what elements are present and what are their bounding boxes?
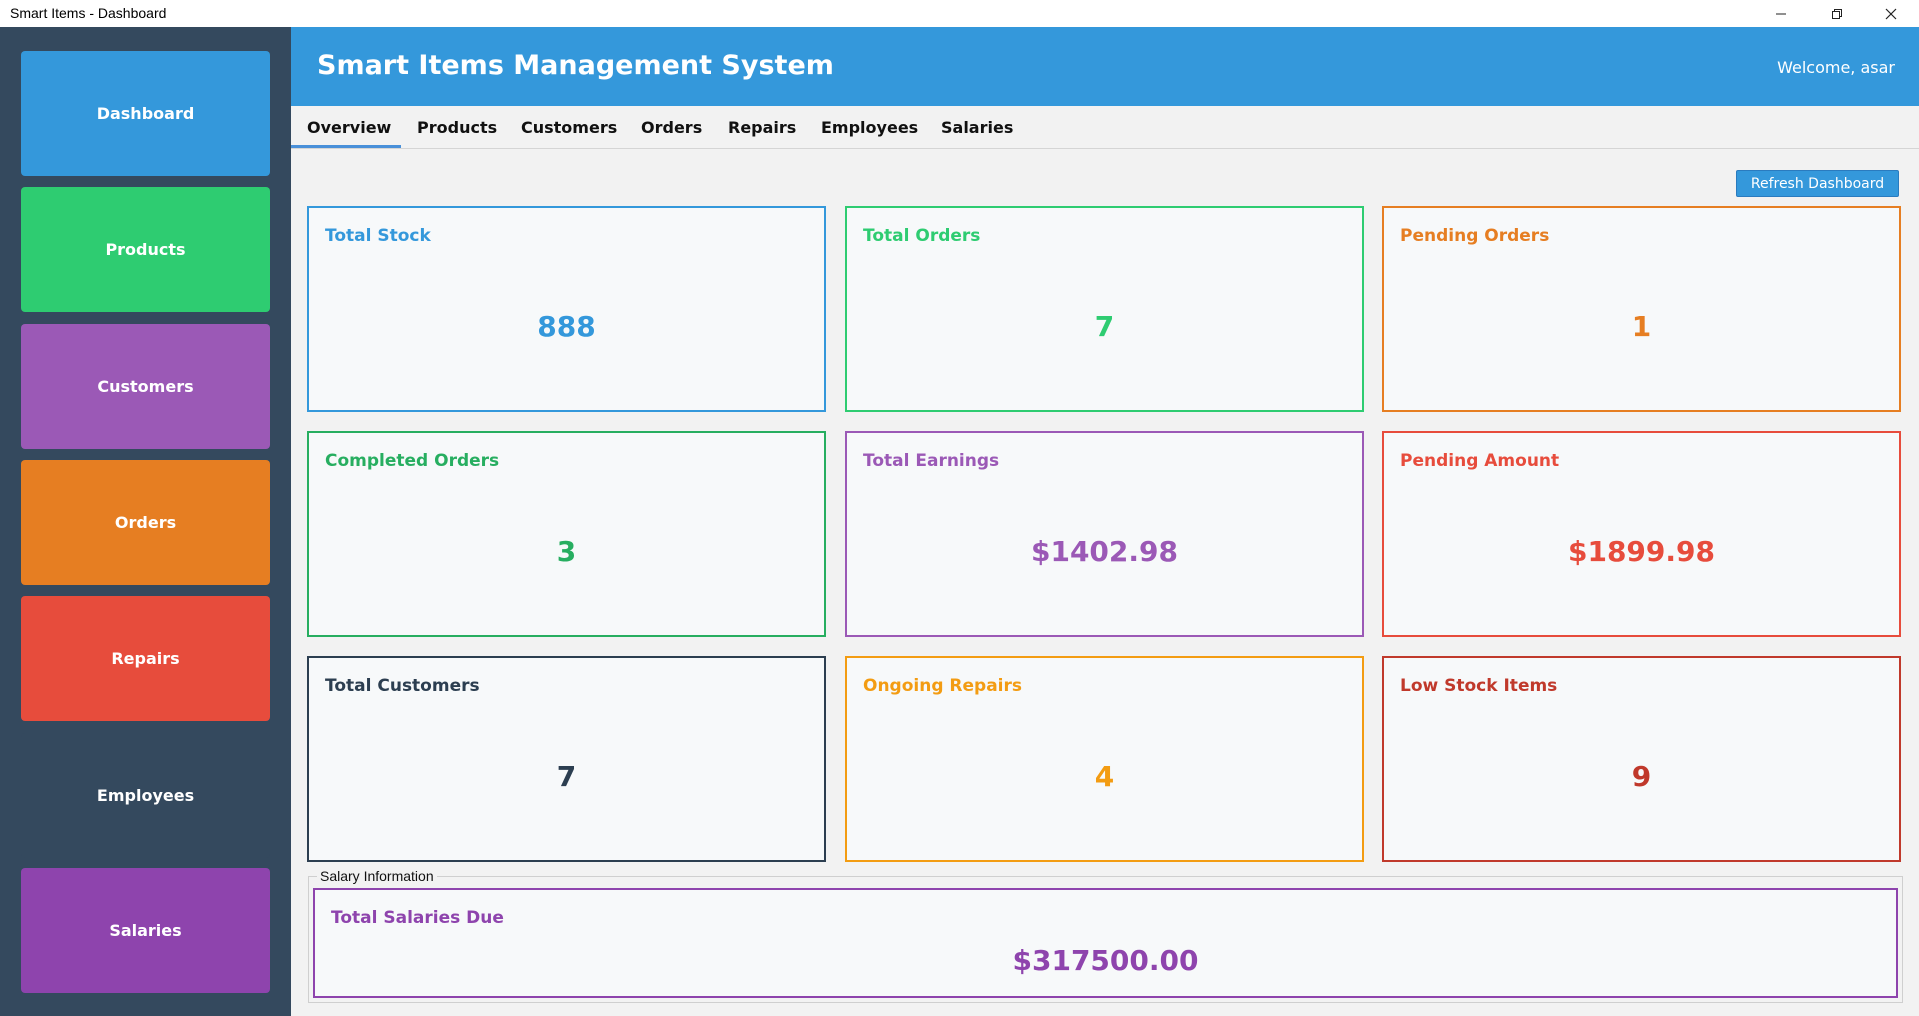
tab-customers[interactable]: Customers	[521, 118, 617, 137]
card-title: Total Customers	[325, 676, 480, 696]
tab-overview[interactable]: Overview	[307, 118, 391, 137]
card-value: $1899.98	[1567, 535, 1715, 568]
sidebar-item-label: Customers	[97, 377, 194, 396]
card-title: Total Earnings	[863, 451, 1000, 471]
card-value: 7	[556, 760, 577, 793]
stat-card-completed-orders: Completed Orders 3	[307, 431, 826, 637]
card-title: Ongoing Repairs	[863, 676, 1023, 696]
app-title: Smart Items Management System	[317, 50, 834, 81]
card-title: Total Stock	[325, 226, 431, 246]
card-value: 7	[1094, 310, 1115, 343]
stat-card-total-stock: Total Stock 888	[307, 206, 826, 412]
window-title: Smart Items - Dashboard	[10, 5, 167, 21]
sidebar-item-dashboard[interactable]: Dashboard	[21, 51, 270, 176]
card-title: Total Salaries Due	[331, 908, 504, 928]
card-title: Completed Orders	[325, 451, 500, 471]
salary-group-label: Salary Information	[317, 868, 437, 884]
tab-salaries[interactable]: Salaries	[941, 118, 1013, 137]
tab-employees[interactable]: Employees	[821, 118, 918, 137]
sidebar-item-label: Orders	[114, 513, 177, 532]
sidebar-item-label: Repairs	[111, 649, 180, 668]
stat-card-pending-amount: Pending Amount $1899.98	[1382, 431, 1901, 637]
sidebar-item-products[interactable]: Products	[21, 187, 270, 312]
welcome-text: Welcome, asar	[1777, 58, 1895, 77]
tab-bar: Overview Products Customers Orders Repai…	[291, 106, 1919, 149]
tab-products[interactable]: Products	[417, 118, 497, 137]
sidebar-item-customers[interactable]: Customers	[21, 324, 270, 449]
card-title: Total Orders	[863, 226, 981, 246]
card-value: 4	[1094, 760, 1115, 793]
stat-card-pending-orders: Pending Orders 1	[1382, 206, 1901, 412]
card-title: Low Stock Items	[1400, 676, 1558, 696]
restore-icon[interactable]	[1809, 0, 1865, 27]
stat-card-total-salaries-due: Total Salaries Due $317500.00	[313, 888, 1898, 998]
sidebar-item-label: Products	[105, 240, 186, 259]
card-value: $1402.98	[1030, 535, 1178, 568]
tab-orders[interactable]: Orders	[641, 118, 702, 137]
card-title: Pending Amount	[1400, 451, 1560, 471]
card-value: $317500.00	[1012, 944, 1199, 977]
tab-repairs[interactable]: Repairs	[728, 118, 796, 137]
card-value: 9	[1631, 760, 1652, 793]
sidebar-item-label: Salaries	[109, 921, 182, 940]
app-header: Smart Items Management System Welcome, a…	[291, 27, 1919, 106]
close-icon[interactable]	[1863, 0, 1919, 27]
sidebar-item-label: Dashboard	[96, 104, 195, 123]
minimize-icon[interactable]	[1753, 0, 1809, 27]
refresh-dashboard-button[interactable]: Refresh Dashboard	[1736, 170, 1899, 197]
sidebar-item-orders[interactable]: Orders	[21, 460, 270, 585]
sidebar: Dashboard Products Customers Orders Repa…	[0, 27, 291, 1016]
stat-card-total-orders: Total Orders 7	[845, 206, 1364, 412]
stat-card-total-earnings: Total Earnings $1402.98	[845, 431, 1364, 637]
sidebar-item-label: Employees	[96, 786, 195, 805]
window-titlebar: Smart Items - Dashboard	[0, 0, 1919, 27]
stat-card-total-customers: Total Customers 7	[307, 656, 826, 862]
active-tab-indicator	[291, 145, 401, 148]
sidebar-item-employees[interactable]: Employees	[21, 733, 270, 858]
stat-card-ongoing-repairs: Ongoing Repairs 4	[845, 656, 1364, 862]
stat-card-low-stock-items: Low Stock Items 9	[1382, 656, 1901, 862]
card-value: 888	[537, 310, 596, 343]
sidebar-item-salaries[interactable]: Salaries	[21, 868, 270, 993]
card-value: 1	[1631, 310, 1652, 343]
sidebar-item-repairs[interactable]: Repairs	[21, 596, 270, 721]
card-title: Pending Orders	[1400, 226, 1550, 246]
card-value: 3	[556, 535, 577, 568]
